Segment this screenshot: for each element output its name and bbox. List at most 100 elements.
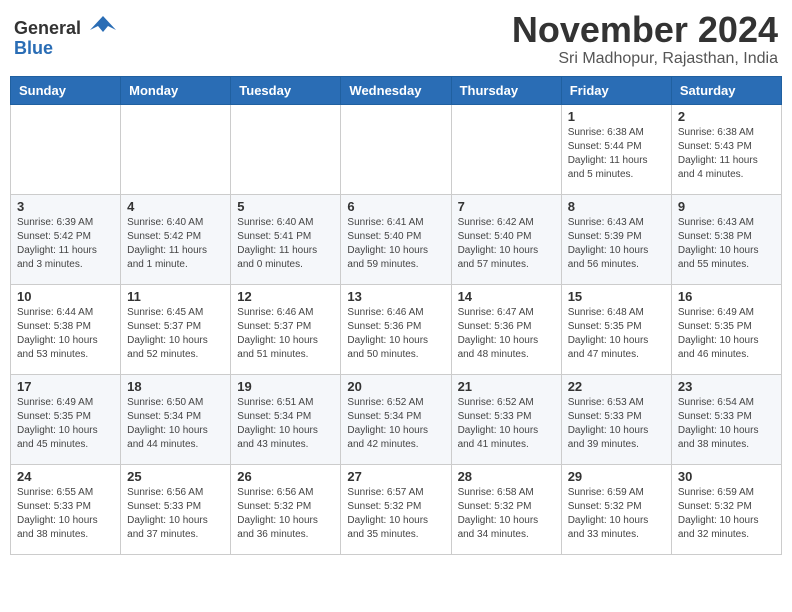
- calendar-cell: 21Sunrise: 6:52 AM Sunset: 5:33 PM Dayli…: [451, 374, 561, 464]
- day-number: 18: [127, 379, 224, 394]
- day-info: Sunrise: 6:49 AM Sunset: 5:35 PM Dayligh…: [678, 306, 775, 362]
- weekday-header-monday: Monday: [121, 76, 231, 104]
- calendar-cell: [231, 104, 341, 194]
- day-number: 16: [678, 289, 775, 304]
- day-number: 19: [237, 379, 334, 394]
- day-info: Sunrise: 6:40 AM Sunset: 5:42 PM Dayligh…: [127, 216, 224, 272]
- day-number: 28: [458, 469, 555, 484]
- weekday-header-tuesday: Tuesday: [231, 76, 341, 104]
- calendar-cell: [11, 104, 121, 194]
- calendar-week-row: 24Sunrise: 6:55 AM Sunset: 5:33 PM Dayli…: [11, 464, 782, 554]
- day-number: 12: [237, 289, 334, 304]
- calendar-cell: 13 Sunrise: 6:46 AM Sunset: 5:36 PM Dayli…: [341, 284, 451, 374]
- calendar-cell: 12 Sunrise: 6:46 AM Sunset: 5:37 PM Dayli…: [231, 284, 341, 374]
- day-number: 27: [347, 469, 444, 484]
- calendar-cell: 15 Sunrise: 6:48 AM Sunset: 5:35 PM Dayli…: [561, 284, 671, 374]
- day-info: Sunrise: 6:46 AM Sunset: 5:36 PM Dayligh…: [347, 306, 444, 362]
- day-info: Sunrise: 6:50 AM Sunset: 5:34 PM Dayligh…: [127, 396, 224, 452]
- day-number: 23: [678, 379, 775, 394]
- day-number: 1: [568, 109, 665, 124]
- day-number: 11: [127, 289, 224, 304]
- calendar-cell: 20 Sunrise: 6:52 AM Sunset: 5:34 PM Dayli…: [341, 374, 451, 464]
- day-info: Sunrise: 6:59 AM Sunset: 5:32 PM Dayligh…: [678, 486, 775, 542]
- day-info: Sunrise: 6:51 AM Sunset: 5:34 PM Dayligh…: [237, 396, 334, 452]
- logo: General Blue: [14, 14, 118, 59]
- day-info: Sunrise: 6:59 AM Sunset: 5:32 PM Dayligh…: [568, 486, 665, 542]
- day-info: Sunrise: 6:49 AM Sunset: 5:35 PM Dayligh…: [17, 396, 114, 452]
- day-info: Sunrise: 6:38 AM Sunset: 5:43 PM Dayligh…: [678, 126, 775, 182]
- day-number: 24: [17, 469, 114, 484]
- calendar-cell: 25 Sunrise: 6:56 AM Sunset: 5:33 PM Dayli…: [121, 464, 231, 554]
- calendar-cell: 26 Sunrise: 6:56 AM Sunset: 5:32 PM Dayli…: [231, 464, 341, 554]
- calendar-cell: 22 Sunrise: 6:53 AM Sunset: 5:33 PM Dayli…: [561, 374, 671, 464]
- day-number: 29: [568, 469, 665, 484]
- day-number: 8: [568, 199, 665, 214]
- day-number: 2: [678, 109, 775, 124]
- calendar-cell: 24Sunrise: 6:55 AM Sunset: 5:33 PM Dayli…: [11, 464, 121, 554]
- day-number: 9: [678, 199, 775, 214]
- day-info: Sunrise: 6:53 AM Sunset: 5:33 PM Dayligh…: [568, 396, 665, 452]
- day-number: 4: [127, 199, 224, 214]
- day-info: Sunrise: 6:38 AM Sunset: 5:44 PM Dayligh…: [568, 126, 665, 182]
- calendar-week-row: 3Sunrise: 6:39 AM Sunset: 5:42 PM Daylig…: [11, 194, 782, 284]
- calendar-cell: 9Sunrise: 6:43 AM Sunset: 5:38 PM Daylig…: [671, 194, 781, 284]
- calendar-cell: 23 Sunrise: 6:54 AM Sunset: 5:33 PM Dayli…: [671, 374, 781, 464]
- day-info: Sunrise: 6:54 AM Sunset: 5:33 PM Dayligh…: [678, 396, 775, 452]
- weekday-header-saturday: Saturday: [671, 76, 781, 104]
- day-info: Sunrise: 6:56 AM Sunset: 5:32 PM Dayligh…: [237, 486, 334, 542]
- calendar-cell: 1 Sunrise: 6:38 AM Sunset: 5:44 PM Daylig…: [561, 104, 671, 194]
- day-info: Sunrise: 6:57 AM Sunset: 5:32 PM Dayligh…: [347, 486, 444, 542]
- weekday-header-wednesday: Wednesday: [341, 76, 451, 104]
- calendar-cell: 10Sunrise: 6:44 AM Sunset: 5:38 PM Dayli…: [11, 284, 121, 374]
- calendar-cell: 7 Sunrise: 6:42 AM Sunset: 5:40 PM Daylig…: [451, 194, 561, 284]
- day-info: Sunrise: 6:52 AM Sunset: 5:34 PM Dayligh…: [347, 396, 444, 452]
- calendar-cell: 17 Sunrise: 6:49 AM Sunset: 5:35 PM Dayli…: [11, 374, 121, 464]
- day-info: Sunrise: 6:52 AM Sunset: 5:33 PM Dayligh…: [458, 396, 555, 452]
- calendar-cell: 14Sunrise: 6:47 AM Sunset: 5:36 PM Dayli…: [451, 284, 561, 374]
- day-info: Sunrise: 6:48 AM Sunset: 5:35 PM Dayligh…: [568, 306, 665, 362]
- day-number: 14: [458, 289, 555, 304]
- logo-blue: Blue: [14, 38, 53, 58]
- day-number: 13: [347, 289, 444, 304]
- day-number: 6: [347, 199, 444, 214]
- calendar-cell: 2 Sunrise: 6:38 AM Sunset: 5:43 PM Daylig…: [671, 104, 781, 194]
- month-title: November 2024: [512, 10, 778, 50]
- day-number: 26: [237, 469, 334, 484]
- day-number: 30: [678, 469, 775, 484]
- calendar-cell: [341, 104, 451, 194]
- weekday-header-thursday: Thursday: [451, 76, 561, 104]
- day-number: 22: [568, 379, 665, 394]
- calendar-cell: 27 Sunrise: 6:57 AM Sunset: 5:32 PM Dayli…: [341, 464, 451, 554]
- calendar-week-row: 17 Sunrise: 6:49 AM Sunset: 5:35 PM Dayli…: [11, 374, 782, 464]
- weekday-header-friday: Friday: [561, 76, 671, 104]
- day-number: 15: [568, 289, 665, 304]
- day-info: Sunrise: 6:44 AM Sunset: 5:38 PM Dayligh…: [17, 306, 114, 362]
- calendar-cell: 8 Sunrise: 6:43 AM Sunset: 5:39 PM Daylig…: [561, 194, 671, 284]
- calendar-cell: 18 Sunrise: 6:50 AM Sunset: 5:34 PM Dayli…: [121, 374, 231, 464]
- calendar-week-row: 1 Sunrise: 6:38 AM Sunset: 5:44 PM Daylig…: [11, 104, 782, 194]
- day-number: 20: [347, 379, 444, 394]
- day-info: Sunrise: 6:42 AM Sunset: 5:40 PM Dayligh…: [458, 216, 555, 272]
- calendar-cell: 28 Sunrise: 6:58 AM Sunset: 5:32 PM Dayli…: [451, 464, 561, 554]
- day-info: Sunrise: 6:41 AM Sunset: 5:40 PM Dayligh…: [347, 216, 444, 272]
- calendar-cell: [451, 104, 561, 194]
- calendar-cell: 29 Sunrise: 6:59 AM Sunset: 5:32 PM Dayli…: [561, 464, 671, 554]
- title-block: November 2024 Sri Madhopur, Rajasthan, I…: [512, 10, 778, 68]
- logo-bird-icon: [88, 14, 118, 34]
- day-number: 3: [17, 199, 114, 214]
- day-info: Sunrise: 6:58 AM Sunset: 5:32 PM Dayligh…: [458, 486, 555, 542]
- day-number: 17: [17, 379, 114, 394]
- day-info: Sunrise: 6:40 AM Sunset: 5:41 PM Dayligh…: [237, 216, 334, 272]
- location-subtitle: Sri Madhopur, Rajasthan, India: [512, 50, 778, 68]
- day-info: Sunrise: 6:46 AM Sunset: 5:37 PM Dayligh…: [237, 306, 334, 362]
- day-info: Sunrise: 6:56 AM Sunset: 5:33 PM Dayligh…: [127, 486, 224, 542]
- day-number: 25: [127, 469, 224, 484]
- calendar-week-row: 10Sunrise: 6:44 AM Sunset: 5:38 PM Dayli…: [11, 284, 782, 374]
- day-number: 7: [458, 199, 555, 214]
- logo-general: General: [14, 18, 81, 38]
- day-number: 5: [237, 199, 334, 214]
- calendar-cell: 16 Sunrise: 6:49 AM Sunset: 5:35 PM Dayli…: [671, 284, 781, 374]
- day-info: Sunrise: 6:43 AM Sunset: 5:39 PM Dayligh…: [568, 216, 665, 272]
- calendar-cell: [121, 104, 231, 194]
- page-header: General Blue November 2024 Sri Madhopur,…: [10, 10, 782, 68]
